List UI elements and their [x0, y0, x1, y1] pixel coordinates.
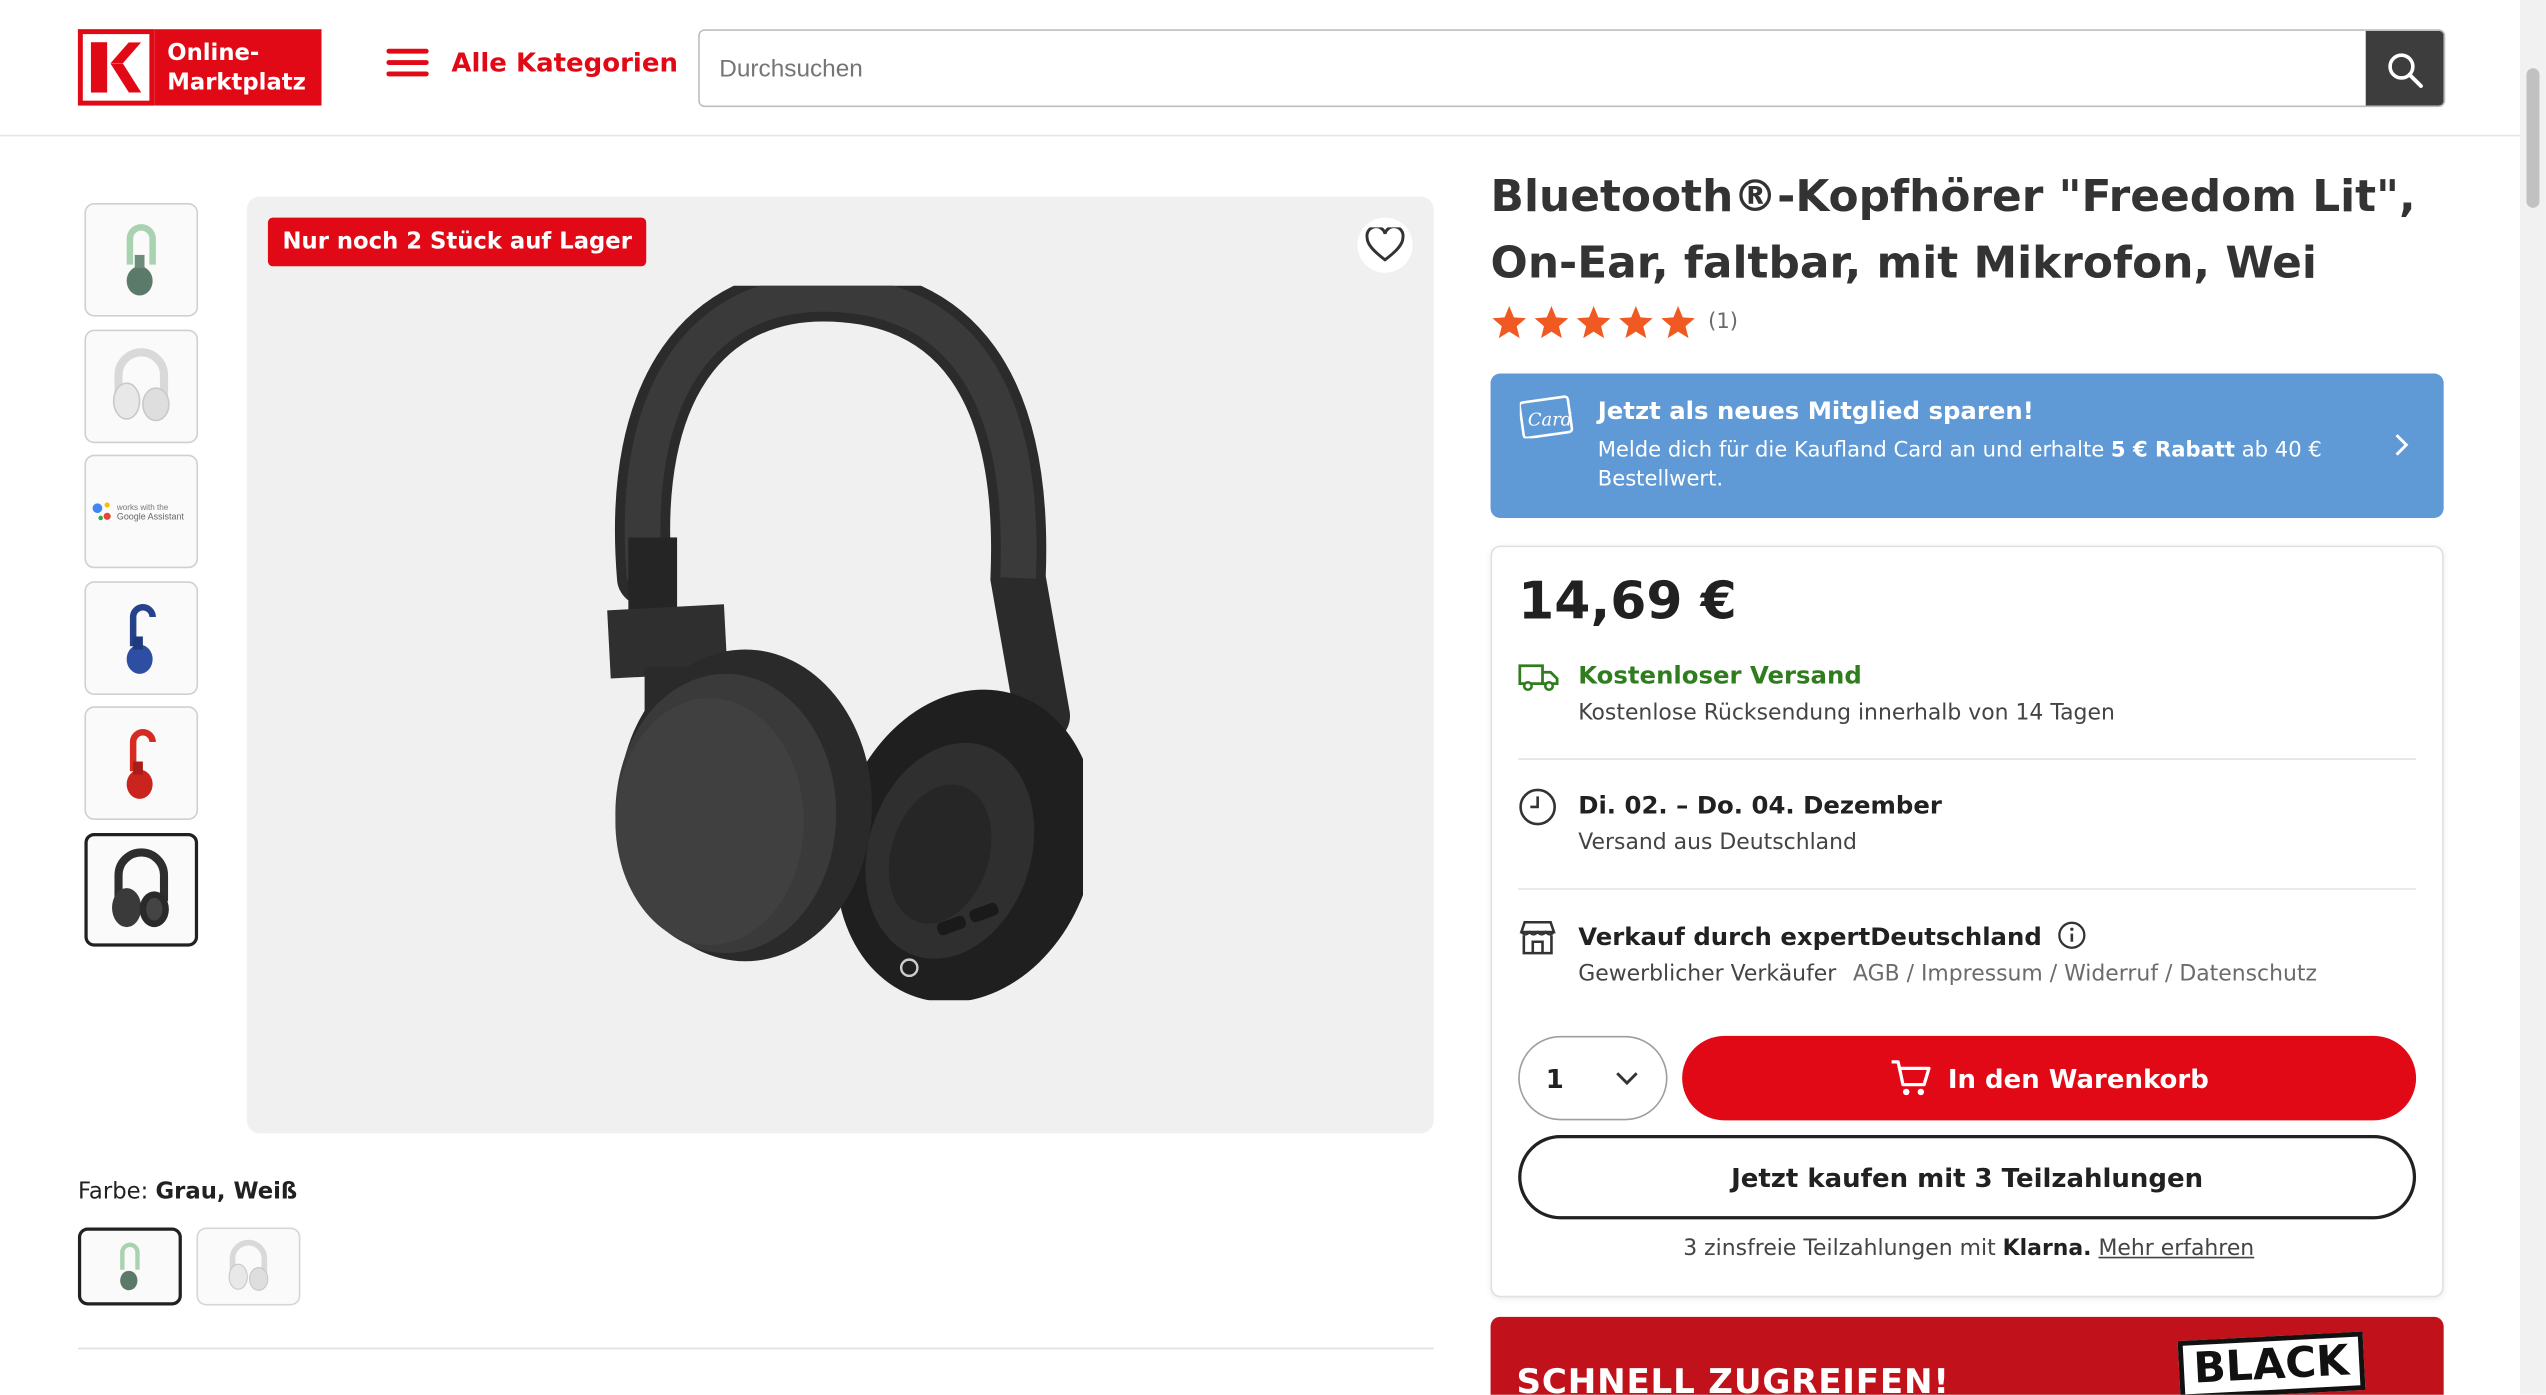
color-label-prefix: Farbe:	[77, 1178, 149, 1205]
page-scrollbar[interactable]	[2519, 0, 2546, 1395]
google-assistant-icon: works with theGoogle Assistant	[92, 502, 184, 522]
search-bar	[698, 29, 2446, 108]
thumbnail-list: works with the Google Assistant	[84, 202, 199, 958]
headphone-blue-icon	[126, 603, 156, 674]
thumbnail-blue-headphone[interactable]	[84, 580, 199, 695]
clock-icon	[1519, 788, 1556, 826]
product-rating[interactable]: (1)	[1491, 304, 1738, 341]
star-icon	[1492, 305, 1527, 339]
divider	[1518, 888, 2417, 890]
seller-info: Gewerblicher Verkäufer AGB / Impressum /…	[1578, 961, 2317, 987]
seller-type: Gewerblicher Verkäufer	[1578, 961, 1837, 988]
product-price: 14,69 €	[1518, 569, 1737, 632]
kaufland-logo[interactable]: Online- Marktplatz	[77, 29, 322, 106]
product-title: Bluetooth®-Kopfhörer "Freedom Lit", On-E…	[1490, 172, 2416, 290]
hamburger-icon	[386, 45, 429, 77]
svg-text:works with the: works with the	[116, 503, 169, 512]
klarna-installments-button[interactable]: Jetzt kaufen mit 3 Teilzahlungen	[1518, 1134, 2417, 1220]
star-icon	[1534, 305, 1569, 339]
search-input[interactable]	[699, 30, 2366, 106]
star-icon	[1576, 305, 1611, 339]
product-image-headphones	[607, 285, 1084, 1001]
headphone-red-icon	[126, 729, 156, 799]
logo-text: Online- Marktplatz	[167, 39, 306, 95]
thumbnail-white-headphone[interactable]	[84, 328, 199, 443]
all-categories-button[interactable]: Alle Kategorien	[386, 45, 678, 77]
free-shipping-title: Kostenloser Versand	[1578, 660, 1862, 691]
banner-text: SCHNELL ZUGREIFEN!	[1516, 1362, 1950, 1395]
klarna-learn-more-link[interactable]: Mehr erfahren	[2098, 1236, 2254, 1262]
headphone-white-icon	[228, 1239, 269, 1291]
color-swatch-white[interactable]	[196, 1227, 301, 1306]
banner-badge: BLACK	[2177, 1331, 2366, 1395]
color-selected-value: Grau, Weiß	[155, 1178, 298, 1205]
all-categories-label: Alle Kategorien	[451, 46, 678, 78]
chevron-down-icon	[1616, 1072, 1638, 1086]
rating-count: (1)	[1708, 310, 1739, 335]
seller-title: Verkauf durch expertDeutschland	[1578, 921, 2086, 951]
headphone-white-icon	[112, 347, 170, 421]
cart-icon	[1891, 1060, 1930, 1096]
star-icon	[1619, 305, 1653, 339]
divider	[1518, 758, 2417, 760]
thumbnail-green-headphone[interactable]	[84, 202, 199, 317]
wishlist-button[interactable]	[1357, 217, 1413, 273]
quantity-value: 1	[1545, 1062, 1564, 1094]
add-to-cart-label: In den Warenkorb	[1947, 1062, 2209, 1094]
klarna-note: 3 zinsfreie Teilzahlungen mit Klarna. Me…	[1683, 1235, 2255, 1262]
product-image-gallery[interactable]: Nur noch 2 Stück auf Lager	[246, 196, 1434, 1134]
star-icon	[1661, 305, 1695, 339]
promo-text: Melde dich für die Kaufland Card an und …	[1597, 438, 2322, 492]
quantity-select[interactable]: 1	[1518, 1035, 1668, 1121]
delivery-date: Di. 02. – Do. 04. Dezember	[1578, 790, 1942, 820]
svg-text:Card: Card	[1528, 409, 1572, 430]
black-friday-banner[interactable]: SCHNELL ZUGREIFEN! BLACK	[1490, 1316, 2444, 1395]
headphone-green-icon	[126, 224, 156, 296]
color-swatch-grey[interactable]	[77, 1227, 182, 1306]
thumbnail-black-headphone[interactable]	[84, 832, 199, 946]
store-icon	[1519, 920, 1556, 955]
headphone-green-icon	[120, 1242, 140, 1291]
add-to-cart-button[interactable]: In den Warenkorb	[1682, 1035, 2417, 1121]
free-returns-text: Kostenlose Rücksendung innerhalb von 14 …	[1578, 699, 2115, 726]
heart-icon	[1365, 227, 1405, 262]
chevron-right-icon	[2395, 434, 2409, 456]
kaufland-card-promo[interactable]: Card Jetzt als neues Mitglied sparen! Me…	[1490, 373, 2444, 518]
site-header: Online- Marktplatz Alle Kategorien	[0, 0, 2520, 137]
logo-k-icon	[77, 29, 155, 106]
stock-badge: Nur noch 2 Stück auf Lager	[267, 217, 647, 267]
info-icon[interactable]	[2057, 921, 2086, 950]
thumbnail-google-assistant[interactable]: works with the Google Assistant	[84, 454, 199, 569]
card-icon: Card	[1519, 395, 1574, 439]
ships-from-text: Versand aus Deutschland	[1578, 829, 1857, 856]
color-label: Farbe: Grau, Weiß	[78, 1179, 297, 1205]
divider	[77, 1347, 1434, 1350]
thumbnail-red-headphone[interactable]	[84, 706, 199, 820]
search-icon	[2388, 53, 2423, 89]
scrollbar-thumb[interactable]	[2526, 68, 2540, 208]
headphone-black-icon	[112, 847, 169, 927]
seller-legal-links[interactable]: AGB / Impressum / Widerruf / Datenschutz	[1853, 961, 2317, 987]
buybox: 14,69 € Kostenloser Versand Kostenlose R…	[1490, 545, 2444, 1298]
search-button[interactable]	[2365, 30, 2444, 106]
klarna-brand: Klarna.	[2002, 1235, 2092, 1262]
promo-title: Jetzt als neues Mitglied sparen!	[1597, 396, 2034, 426]
truck-icon	[1518, 664, 1559, 692]
svg-text:Google Assistant: Google Assistant	[117, 512, 184, 522]
